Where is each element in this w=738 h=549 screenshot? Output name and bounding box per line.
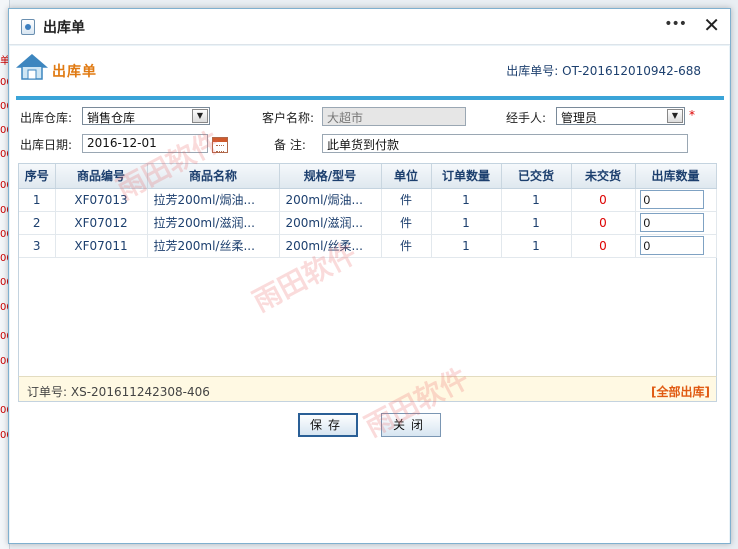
remark-label: 备 注: [274, 138, 306, 152]
handler-select[interactable]: 管理员 ▼ [556, 107, 685, 125]
column-header[interactable]: 订单数量 [431, 164, 502, 189]
all-out-link[interactable]: [全部出库] [651, 383, 710, 400]
document-number-label: 出库单号: [506, 64, 559, 78]
document-icon [21, 19, 35, 35]
cell-no: 2 [19, 211, 56, 235]
qty-input[interactable] [639, 213, 704, 232]
cell-code: XF07011 [55, 234, 148, 258]
cell-name: 拉芳200ml/焗油... [147, 188, 280, 212]
cell-delivered: 1 [501, 234, 572, 258]
date-field[interactable]: 2016-12-01 [82, 134, 208, 153]
dialog-titlebar[interactable]: 出库单 ••• ✕ [9, 9, 730, 45]
column-header[interactable]: 商品编号 [55, 164, 148, 189]
customer-label: 客户名称: [262, 111, 315, 125]
close-button[interactable]: 关闭 [381, 413, 441, 437]
customer-field: 大超市 [322, 107, 466, 126]
table-row[interactable]: 2 XF07012 拉芳200ml/滋润... 200ml/滋润... 件 1 … [19, 211, 717, 235]
cell-spec: 200ml/焗油... [279, 188, 382, 212]
column-header[interactable]: 规格/型号 [279, 164, 382, 189]
remark-field[interactable]: 此单货到付款 [322, 134, 688, 153]
document-header: 出库单 出库单号: OT-201612010942-688 [10, 46, 729, 96]
save-button[interactable]: 保存 [298, 413, 358, 437]
cell-ordered: 1 [431, 234, 502, 258]
date-label: 出库日期: [20, 138, 73, 152]
cell-unit: 件 [381, 234, 432, 258]
header-divider [16, 96, 724, 100]
table-row[interactable]: 3 XF07011 拉芳200ml/丝柔... 200ml/丝柔... 件 1 … [19, 234, 717, 258]
cell-ordered: 1 [431, 211, 502, 235]
cell-qty [635, 211, 717, 235]
table-row[interactable]: 1 XF07013 拉芳200ml/焗油... 200ml/焗油... 件 1 … [19, 188, 717, 212]
cell-unit: 件 [381, 211, 432, 235]
calendar-icon[interactable] [212, 137, 228, 153]
column-header[interactable]: 已交货 [501, 164, 572, 189]
cell-unit: 件 [381, 188, 432, 212]
document-title: 出库单 [52, 64, 97, 80]
dialog-title: 出库单 [43, 20, 85, 36]
cell-qty [635, 234, 717, 258]
stock-out-dialog: 出库单 ••• ✕ 出库单 出库单号: OT-201612010942-688 … [8, 8, 731, 544]
column-header[interactable]: 出库数量 [635, 164, 717, 189]
grid-footer: 订单号: XS-201611242308-406 [全部出库] [18, 376, 717, 402]
handler-label: 经手人: [506, 111, 547, 125]
column-header[interactable]: 序号 [19, 164, 56, 189]
warehouse-select[interactable]: 销售仓库 ▼ [82, 107, 210, 125]
cell-pending: 0 [571, 211, 636, 235]
table-header-row: 序号 商品编号 商品名称 规格/型号 单位 订单数量 已交货 未交货 出库数量 [19, 164, 717, 189]
dialog-content: 出库单 出库单号: OT-201612010942-688 出库仓库: 销售仓库… [10, 46, 729, 543]
warehouse-label: 出库仓库: [20, 111, 73, 125]
cell-code: XF07012 [55, 211, 148, 235]
items-grid: 序号 商品编号 商品名称 规格/型号 单位 订单数量 已交货 未交货 出库数量 … [18, 163, 717, 402]
column-header[interactable]: 未交货 [571, 164, 636, 189]
items-table: 序号 商品编号 商品名称 规格/型号 单位 订单数量 已交货 未交货 出库数量 … [19, 164, 717, 258]
warehouse-select-value: 销售仓库 [87, 111, 136, 125]
home-icon [16, 54, 48, 80]
qty-input[interactable] [639, 190, 704, 209]
cell-qty [635, 188, 717, 212]
column-header[interactable]: 单位 [381, 164, 432, 189]
order-number-value: XS-201611242308-406 [70, 385, 210, 399]
close-icon[interactable]: ✕ [703, 13, 720, 37]
cell-delivered: 1 [501, 188, 572, 212]
order-number: 订单号: XS-201611242308-406 [27, 383, 210, 400]
handler-select-value: 管理员 [561, 111, 598, 125]
cell-no: 1 [19, 188, 56, 212]
cell-code: XF07013 [55, 188, 148, 212]
document-number: 出库单号: OT-201612010942-688 [506, 62, 701, 79]
cell-ordered: 1 [431, 188, 502, 212]
cell-delivered: 1 [501, 211, 572, 235]
chevron-down-icon[interactable]: ▼ [192, 109, 208, 123]
cell-spec: 200ml/丝柔... [279, 234, 382, 258]
more-options-icon[interactable]: ••• [664, 16, 687, 32]
order-number-label: 订单号: [27, 385, 68, 399]
qty-input[interactable] [639, 236, 704, 255]
cell-no: 3 [19, 234, 56, 258]
required-mark: * [689, 108, 695, 122]
cell-name: 拉芳200ml/滋润... [147, 211, 280, 235]
column-header[interactable]: 商品名称 [147, 164, 280, 189]
cell-pending: 0 [571, 188, 636, 212]
chevron-down-icon[interactable]: ▼ [667, 109, 683, 123]
document-number-value: OT-201612010942-688 [562, 64, 701, 78]
cell-name: 拉芳200ml/丝柔... [147, 234, 280, 258]
cell-pending: 0 [571, 234, 636, 258]
cell-spec: 200ml/滋润... [279, 211, 382, 235]
